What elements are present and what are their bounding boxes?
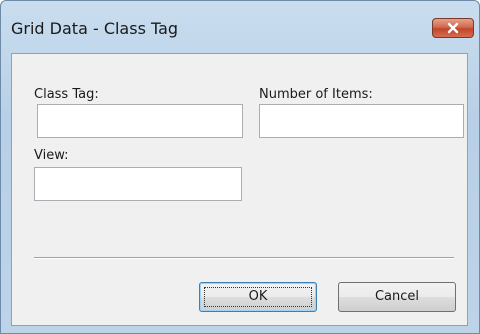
ok-button[interactable]: OK [199, 282, 317, 312]
close-icon [447, 22, 459, 34]
class-tag-input[interactable] [37, 104, 243, 138]
number-of-items-label: Number of Items: [259, 87, 373, 102]
separator-line [34, 257, 454, 259]
focus-ring [204, 287, 312, 307]
cancel-button-label: Cancel [374, 289, 420, 304]
number-of-items-input[interactable] [259, 104, 464, 138]
class-tag-label: Class Tag: [34, 87, 99, 102]
dialog-window: Grid Data - Class Tag Class Tag: Number … [0, 0, 480, 334]
window-title: Grid Data - Class Tag [11, 19, 179, 38]
close-button[interactable] [432, 18, 474, 38]
view-input[interactable] [34, 167, 242, 201]
cancel-button[interactable]: Cancel [338, 282, 456, 312]
title-bar[interactable]: Grid Data - Class Tag [1, 1, 479, 53]
dialog-body: Class Tag: Number of Items: View: OK Can… [11, 53, 468, 326]
view-label: View: [34, 148, 69, 163]
